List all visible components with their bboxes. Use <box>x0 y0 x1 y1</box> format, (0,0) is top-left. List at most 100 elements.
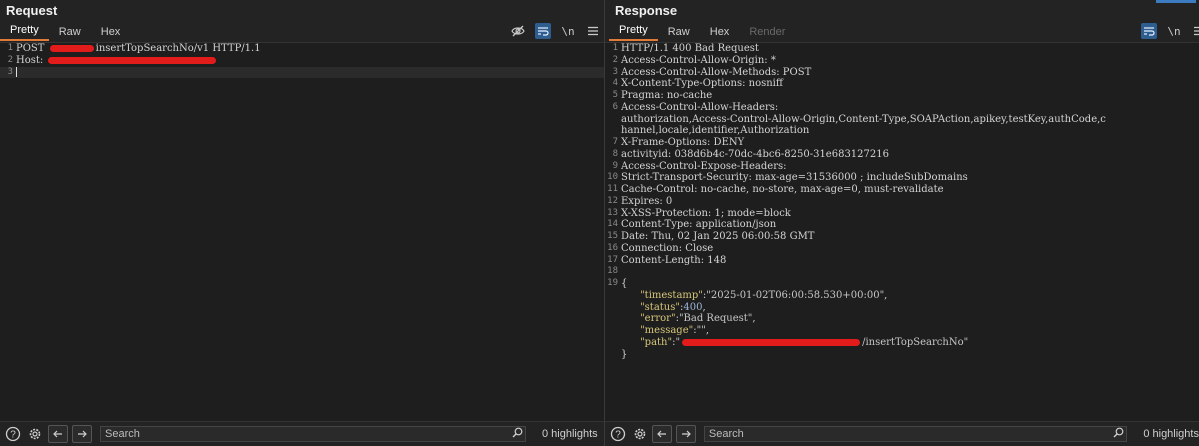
request-title: Request <box>6 3 58 18</box>
menu-icon[interactable] <box>1191 23 1199 39</box>
request-tabs: Pretty Raw Hex <box>0 21 130 41</box>
response-tab-render[interactable]: Render <box>739 23 795 41</box>
line-number: 5 <box>612 90 618 100</box>
header-text: Access-Control-Allow-Headers: <box>621 101 779 113</box>
line-number: 19 <box>607 278 618 288</box>
line-number: 2 <box>7 54 13 65</box>
json-line: "timestamp":"2025-01-02T06:00:58.530+00:… <box>640 289 888 301</box>
search-icon[interactable] <box>509 427 525 441</box>
svg-text:?: ? <box>10 430 16 441</box>
response-panel: Response Pretty Raw Hex Render \n 1 HTTP/… <box>605 0 1199 446</box>
code-line: 2 Access-Control-Allow-Origin: * <box>605 55 1199 67</box>
line-number: 3 <box>7 66 13 77</box>
header-text: Strict-Transport-Security: max-age=31536… <box>621 172 968 184</box>
newline-icon[interactable]: \n <box>1166 23 1182 39</box>
forward-arrow-icon[interactable] <box>72 425 92 443</box>
request-editor[interactable]: 1 POST insertTopSearchNo/v1 HTTP/1.1 2 H… <box>0 42 604 422</box>
search-icon[interactable] <box>1110 427 1126 441</box>
line-number: 13 <box>607 207 618 218</box>
header-text: Connection: Close <box>621 242 714 254</box>
header-text: authorization,Access-Control-Allow-Origi… <box>621 113 1106 125</box>
header-text: { <box>621 278 628 289</box>
code-line: 11 Cache-Control: no-cache, no-store, max… <box>605 184 1199 196</box>
response-search <box>703 426 1128 442</box>
line-number <box>605 114 621 126</box>
response-statusbar: ? 0 highlights <box>605 421 1199 446</box>
request-search <box>100 426 526 442</box>
line-number: 16 <box>607 242 618 253</box>
response-tab-hex[interactable]: Hex <box>700 23 740 41</box>
eye-off-icon[interactable] <box>510 23 526 39</box>
line-number: 10 <box>607 172 618 183</box>
header-text: Access-Control-Expose-Headers: <box>621 160 787 172</box>
request-tab-pretty[interactable]: Pretty <box>0 21 49 41</box>
json-line: "error":"Bad Request", <box>640 313 756 325</box>
forward-arrow-icon[interactable] <box>676 425 696 443</box>
request-search-input[interactable] <box>105 428 509 440</box>
back-arrow-icon[interactable] <box>48 425 68 443</box>
json-key: "message" <box>640 325 694 336</box>
json-line: } <box>605 349 1199 361</box>
json-close-brace: } <box>621 348 628 360</box>
request-tab-raw[interactable]: Raw <box>49 23 91 41</box>
header-text: Access-Control-Allow-Methods: POST <box>621 66 812 78</box>
json-key: "status" <box>640 301 680 313</box>
response-tab-pretty[interactable]: Pretty <box>609 21 658 41</box>
help-icon[interactable]: ? <box>609 425 627 443</box>
code-line: 10 Strict-Transport-Security: max-age=315… <box>605 172 1199 184</box>
header-text: X-Frame-Options: DENY <box>621 137 745 148</box>
json-key: "path" <box>640 336 673 348</box>
response-search-input[interactable] <box>708 428 1111 440</box>
request-panel: Request Pretty Raw Hex \n 1 POST insertT… <box>0 0 605 446</box>
request-tab-hex[interactable]: Hex <box>91 23 131 41</box>
code-line: 3 Access-Control-Allow-Methods: POST <box>605 67 1199 79</box>
line-number: 1 <box>7 43 13 53</box>
response-tabs: Pretty Raw Hex Render <box>605 21 795 41</box>
menu-icon[interactable] <box>585 23 601 39</box>
scroll-indicator <box>1156 0 1196 3</box>
code-line: 13 X-XSS-Protection: 1; mode=block <box>605 208 1199 220</box>
code-line: 14 Content-Type: application/json <box>605 219 1199 231</box>
response-toolbar: \n <box>1141 23 1199 39</box>
settings-icon[interactable] <box>631 425 649 443</box>
response-editor[interactable]: 1 HTTP/1.1 400 Bad Request 2 Access-Control… <box>605 42 1199 422</box>
response-tab-raw[interactable]: Raw <box>658 23 700 41</box>
redacted-host <box>48 56 217 64</box>
request-method: POST <box>16 43 48 54</box>
line-number: 11 <box>607 184 618 194</box>
help-icon[interactable]: ? <box>4 425 22 443</box>
response-title: Response <box>615 3 678 18</box>
highlights-count: 0 highlights <box>542 428 598 440</box>
json-line: "status":400, <box>640 301 706 313</box>
line-number: 12 <box>607 195 618 206</box>
request-toolbar: \n <box>510 23 601 39</box>
line-number <box>605 125 621 137</box>
header-text: HTTP/1.1 400 Bad Request <box>621 43 759 54</box>
line-number: 17 <box>607 254 618 265</box>
line-number: 7 <box>612 137 618 147</box>
wrap-icon[interactable] <box>535 23 551 39</box>
header-text: Access-Control-Allow-Origin: * <box>621 54 776 66</box>
code-line: 15 Date: Thu, 02 Jan 2025 06:00:58 GMT <box>605 231 1199 243</box>
code-line: 4 X-Content-Type-Options: nosniff <box>605 78 1199 90</box>
app-window: Request Pretty Raw Hex \n 1 POST insertT… <box>0 0 1199 446</box>
json-value-open: " <box>675 336 681 348</box>
request-statusbar: ? 0 highlights <box>0 421 604 446</box>
header-text: Pragma: no-cache <box>621 90 713 101</box>
newline-icon[interactable]: \n <box>560 23 576 39</box>
code-line-current: 3 <box>0 66 604 79</box>
json-value: "2025-01-02T06:00:58.530+00:00" <box>706 289 885 301</box>
header-text: hannel,locale,identifier,Authorization <box>621 125 810 137</box>
header-text: Content-Type: application/json <box>621 219 777 231</box>
code-line: 16 Connection: Close <box>605 243 1199 255</box>
json-line: "path":"/insertTopSearchNo" <box>640 336 969 348</box>
back-arrow-icon[interactable] <box>652 425 673 443</box>
settings-icon[interactable] <box>26 425 44 443</box>
code-line: 5 Pragma: no-cache <box>605 90 1199 102</box>
line-number: 3 <box>612 66 618 77</box>
host-label: Host: <box>16 54 47 66</box>
line-number: 1 <box>612 43 618 53</box>
wrap-icon[interactable] <box>1141 23 1157 39</box>
svg-text:?: ? <box>615 430 621 441</box>
line-number: 18 <box>607 266 618 277</box>
